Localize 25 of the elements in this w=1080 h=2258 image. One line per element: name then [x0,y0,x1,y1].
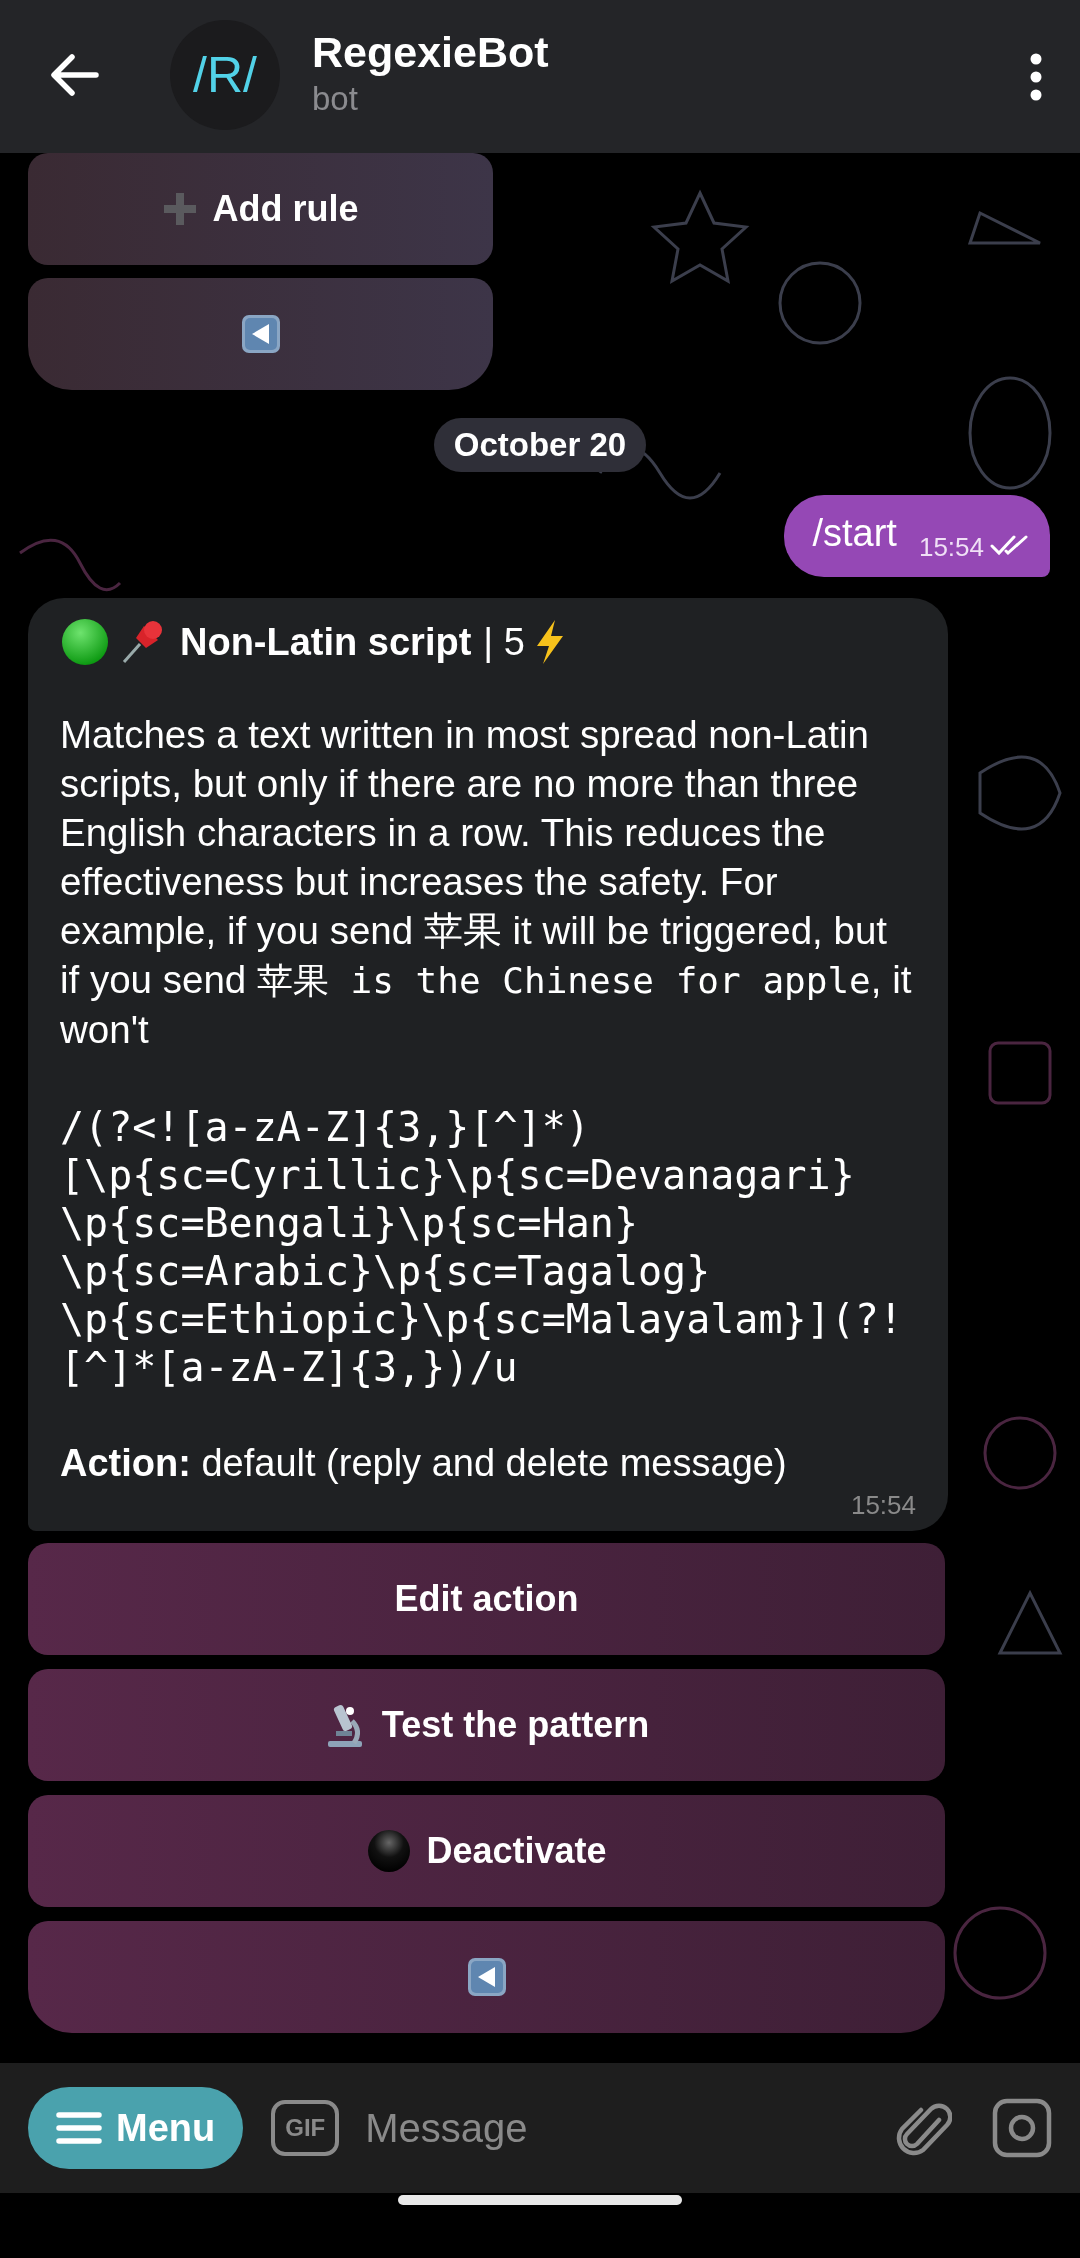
keyboard-button[interactable]: Test the pattern [28,1669,945,1781]
message-time: 15:54 [918,531,984,563]
menu-icon [56,2111,102,2145]
avatar[interactable]: /R/ [170,19,280,130]
message-input[interactable]: Message [365,2093,856,2163]
regex-pattern: /(?<![a-zA-Z]{3,}[^]*)[\p{sc=Cyrillic}\p{sc=Devanagari}\p{sc=Bengali}\p{sc=Han}\p{sc=Arabic}\p{sc=Tagalog}\p{sc=Ethiopic}\p{sc=Malayalam}](?![^]*[a-zA-Z]{3,})/u [60,1103,904,1391]
chat-title: RegexieBot [312,26,550,78]
chat-subtitle: bot [312,78,359,119]
back-button[interactable] [28,278,493,390]
date-badge: October 20 [433,418,647,472]
camera-icon[interactable] [992,2098,1052,2158]
plus-icon [162,191,199,227]
rule-action: Action: default (reply and delete message) [60,1441,788,1486]
message-time: 15:54 [849,1490,916,1521]
message-text: /start [812,511,897,555]
more-menu-icon[interactable] [1028,52,1044,101]
rule-score: | 5 [483,620,525,664]
rule-title: Non-Latin script [180,620,472,664]
keyboard-button[interactable]: Add rule [28,153,493,265]
keyboard-button[interactable]: Deactivate [28,1795,945,1907]
gif-button[interactable]: GIF [271,2100,340,2156]
keyboard-button[interactable]: Edit action [28,1543,945,1655]
circle-icon [366,1828,413,1874]
rule-description: Matches a text written in most spread non-Latin scripts, but only if there are no more than three English characters in a row. This reduces the effectiveness but increases the safety. For example, if you send 苹果 it will be triggered, but if you send 苹果 is the Chinese for apple, it won't [60,712,913,1053]
back-arrow-icon[interactable] [48,52,100,97]
